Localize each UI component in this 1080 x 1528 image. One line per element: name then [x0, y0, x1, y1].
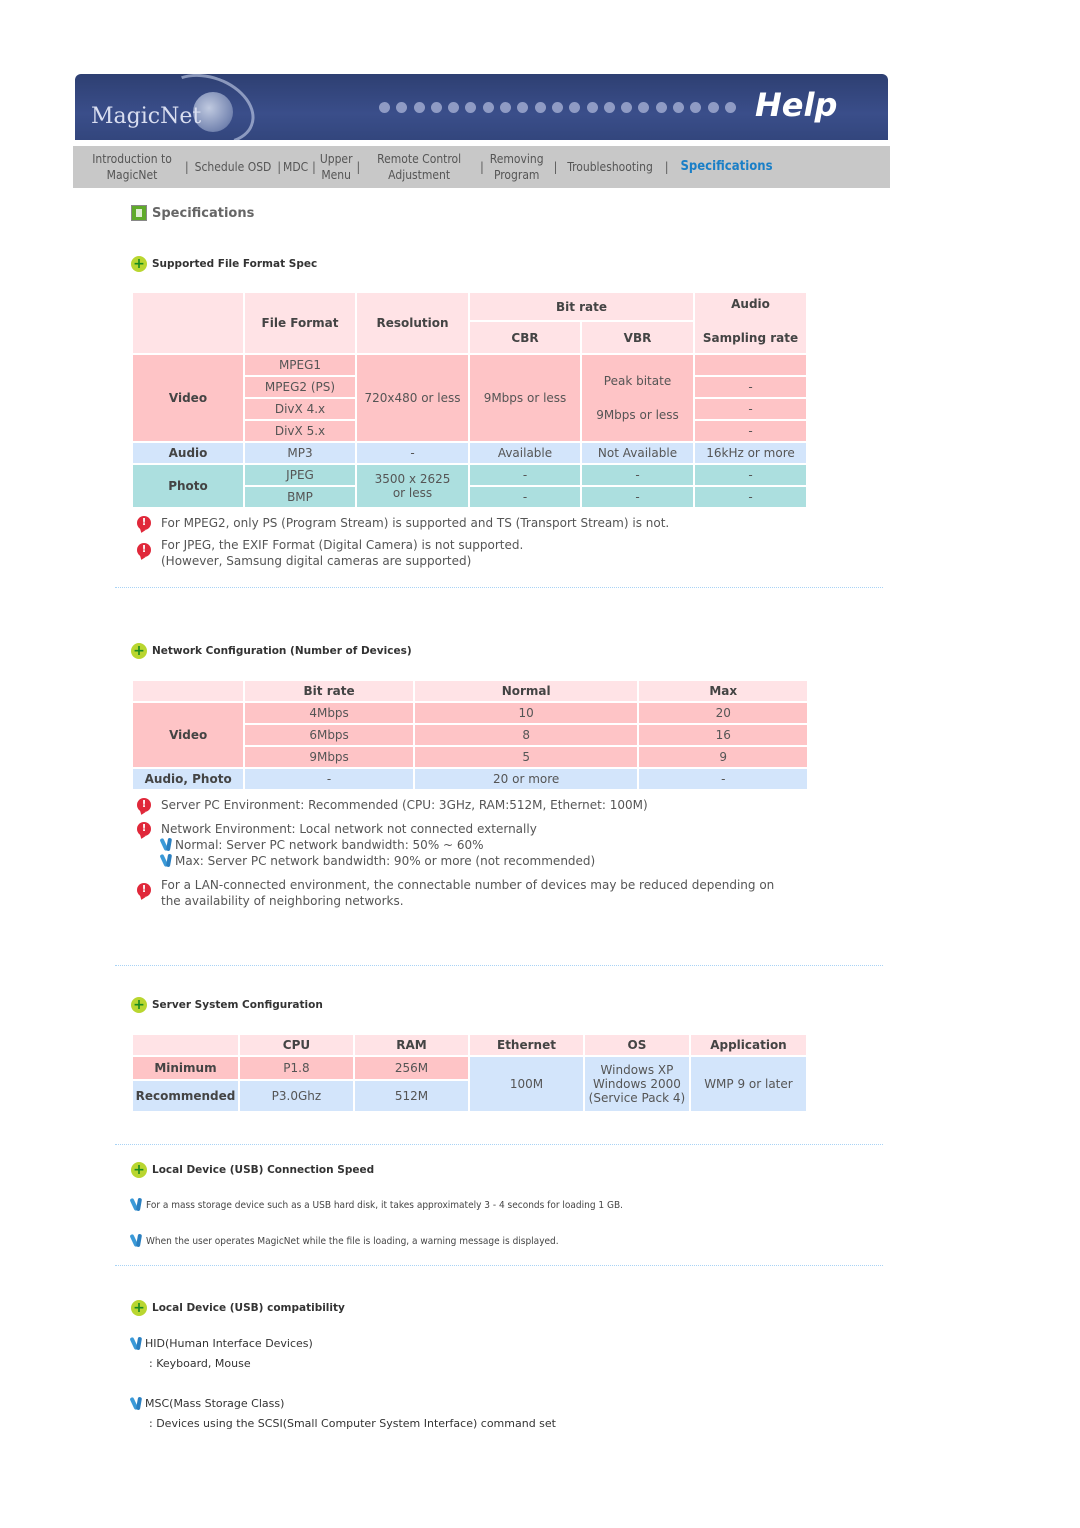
help-title: Help	[755, 86, 838, 124]
plus-icon: +	[131, 1300, 147, 1316]
paperclip-icon	[131, 1396, 143, 1412]
warning-icon: !	[137, 822, 151, 836]
nav-remote-control[interactable]: Remote Control Adjustment	[364, 151, 474, 183]
page-icon	[131, 205, 147, 221]
decorative-dots	[379, 102, 736, 113]
nav-introduction[interactable]: Introduction to MagicNet	[85, 151, 179, 183]
network-table: Bit rate Normal Max Video 4Mbps 10 20 6M…	[131, 679, 809, 791]
header-banner: MagicNet Help	[75, 74, 888, 140]
note-lan: ! For a LAN-connected environment, the c…	[137, 877, 774, 909]
divider	[115, 1144, 883, 1145]
note-mpeg2: ! For MPEG2, only PS (Program Stream) is…	[137, 515, 669, 531]
magicnet-logo: MagicNet	[91, 104, 202, 129]
warning-icon: !	[137, 516, 151, 530]
note-network-env: ! Network Environment: Local network not…	[137, 821, 595, 869]
nav-upper-menu[interactable]: Upper Menu	[320, 151, 353, 183]
warning-icon: !	[137, 883, 151, 897]
paperclip-icon	[161, 837, 173, 853]
warning-icon: !	[137, 798, 151, 812]
nav-schedule-osd[interactable]: Schedule OSD	[195, 159, 272, 175]
plus-icon: +	[131, 256, 147, 272]
nav-bar: Introduction to MagicNet | Schedule OSD |…	[73, 146, 890, 188]
paperclip-icon	[131, 1197, 143, 1213]
usb-speed-line: When the user operates MagicNet while th…	[131, 1233, 559, 1249]
plus-icon: +	[131, 997, 147, 1013]
warning-icon: !	[137, 543, 151, 557]
row-label-video: Video	[133, 355, 243, 441]
section-title-usb-speed: + Local Device (USB) Connection Speed	[131, 1162, 374, 1178]
section-title-usb-compat: + Local Device (USB) compatibility	[131, 1300, 345, 1316]
section-title-file-format: + Supported File Format Spec	[131, 256, 317, 272]
section-title-server: + Server System Configuration	[131, 997, 323, 1013]
divider	[115, 1265, 883, 1266]
note-jpeg: ! For JPEG, the EXIF Format (Digital Cam…	[137, 537, 523, 569]
plus-icon: +	[131, 643, 147, 659]
nav-removing-program[interactable]: Removing Program	[490, 151, 544, 183]
nav-specifications[interactable]: Specifications	[680, 159, 772, 175]
note-server-pc: ! Server PC Environment: Recommended (CP…	[137, 797, 648, 813]
divider	[115, 965, 883, 966]
row-label-audio: Audio	[133, 443, 243, 463]
usb-compat-item-msc: MSC(Mass Storage Class) : Devices using …	[131, 1396, 556, 1430]
page-title: Specifications	[131, 205, 254, 221]
server-table: CPU RAM Ethernet OS Application Minimum …	[131, 1033, 808, 1113]
section-title-network: + Network Configuration (Number of Devic…	[131, 643, 412, 659]
plus-icon: +	[131, 1162, 147, 1178]
row-label-photo: Photo	[133, 465, 243, 507]
usb-compat-item-hid: HID(Human Interface Devices) : Keyboard,…	[131, 1336, 313, 1370]
usb-speed-line: For a mass storage device such as a USB …	[131, 1197, 623, 1213]
paperclip-icon	[131, 1336, 143, 1352]
file-format-table: File Format Resolution Bit rate Audio Sam…	[131, 291, 808, 509]
divider	[115, 587, 883, 588]
paperclip-icon	[161, 853, 173, 869]
nav-troubleshooting[interactable]: Troubleshooting	[567, 159, 653, 175]
nav-mdc[interactable]: MDC	[283, 159, 308, 175]
paperclip-icon	[131, 1233, 143, 1249]
